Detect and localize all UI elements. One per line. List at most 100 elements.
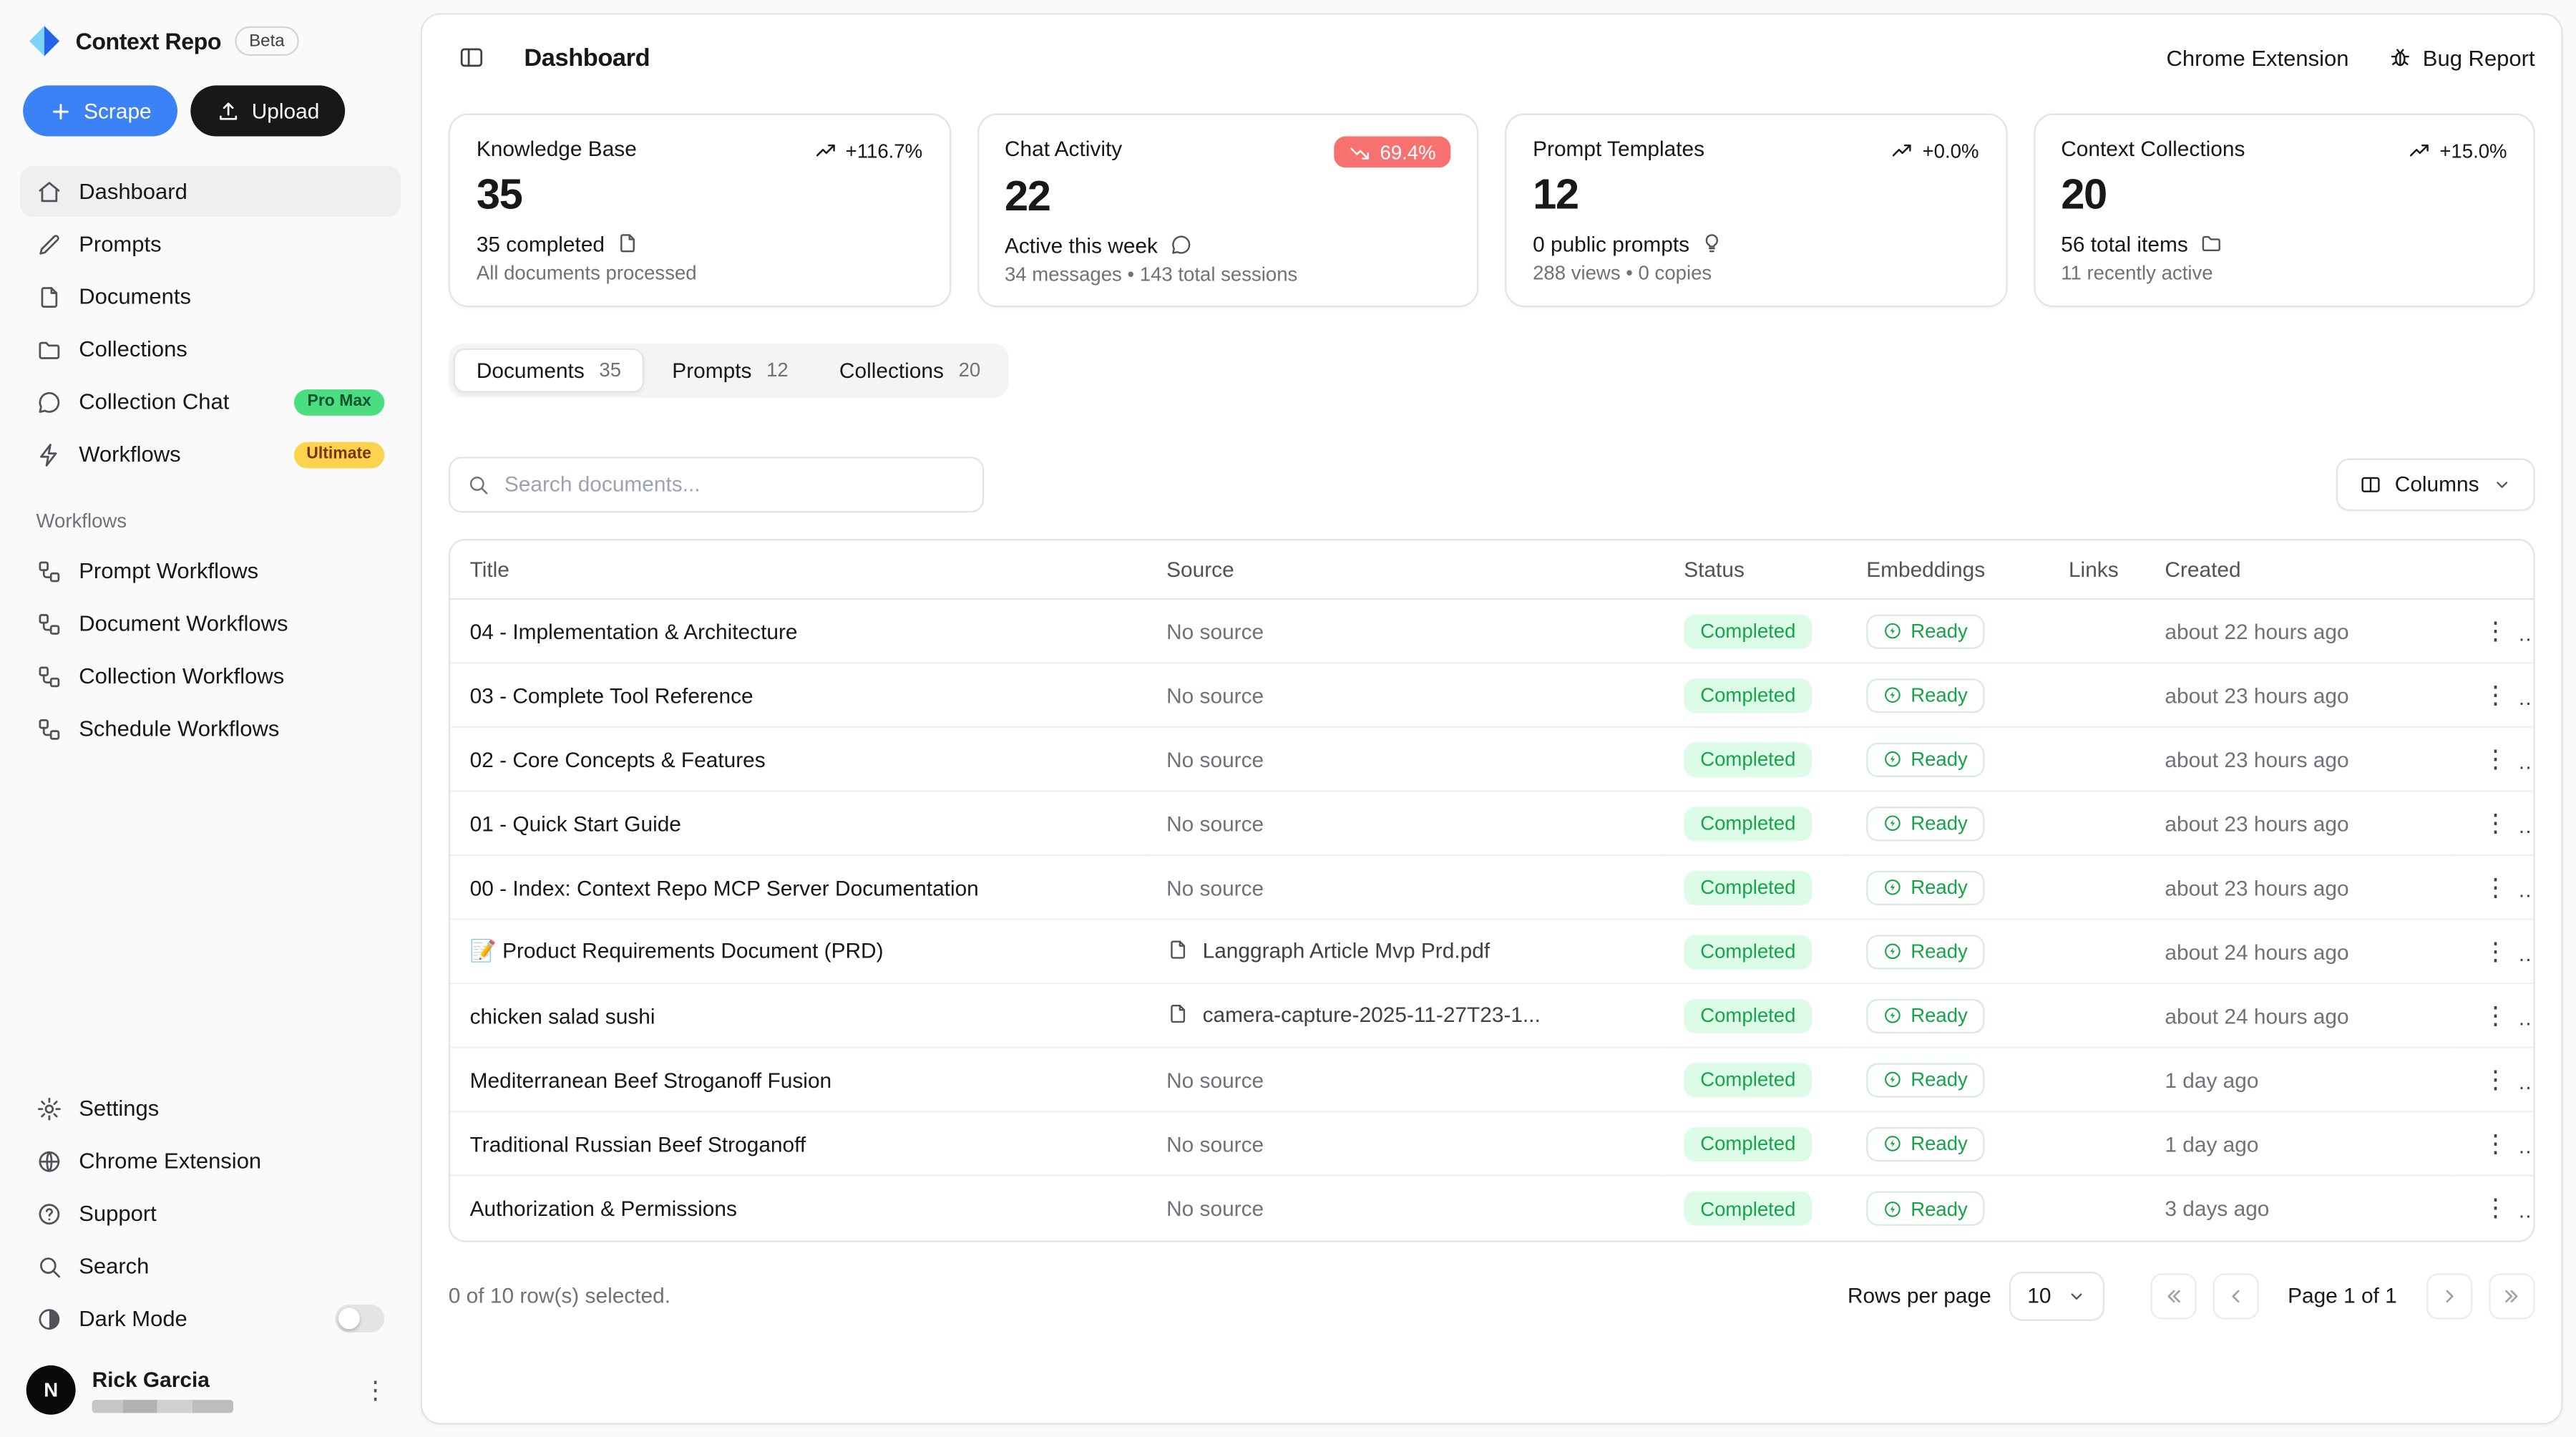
first-page-button[interactable] <box>2150 1273 2195 1319</box>
table-row[interactable]: 03 - Complete Tool Reference No source C… <box>450 663 2533 728</box>
chevron-left-icon <box>2224 1285 2247 1307</box>
cell-status: Completed <box>1664 1112 1847 1177</box>
tab-prompts[interactable]: Prompts 12 <box>649 348 811 392</box>
sidebar-item-documents[interactable]: Documents <box>20 271 401 322</box>
sidebar-item-workflows[interactable]: Workflows Ultimate <box>20 429 401 479</box>
row-menu-button[interactable]: ⋮ <box>2473 1190 2517 1228</box>
cell-source: Langgraph Article Mvp Prd.pdf <box>1147 920 1664 984</box>
sidebar-item-label: Settings <box>79 1096 159 1120</box>
last-page-button[interactable] <box>2489 1273 2534 1319</box>
scrape-button[interactable]: Scrape <box>23 85 177 136</box>
table-row[interactable]: chicken salad sushi camera-capture-2025-… <box>450 984 2533 1048</box>
search-input[interactable] <box>449 457 984 512</box>
upload-label: Upload <box>252 99 320 123</box>
cell-title: 02 - Core Concepts & Features <box>450 728 1146 792</box>
sidebar-item-search[interactable]: Search <box>20 1240 401 1291</box>
upload-button[interactable]: Upload <box>191 85 346 136</box>
cell-links <box>2049 728 2145 792</box>
next-page-button[interactable] <box>2426 1273 2472 1319</box>
sidebar-actions: Scrape Upload <box>20 85 401 166</box>
embeddings-badge: Ready <box>1866 743 1984 777</box>
rows-per-page: Rows per page 10 <box>1848 1272 2104 1321</box>
chevron-right-icon <box>2438 1285 2461 1307</box>
cell-created: about 22 hours ago <box>2145 600 2454 664</box>
row-menu-button[interactable]: ⋮ <box>2473 805 2517 843</box>
prev-page-button[interactable] <box>2212 1273 2258 1319</box>
table-row[interactable]: Mediterranean Beef Stroganoff Fusion No … <box>450 1048 2533 1113</box>
row-menu-button[interactable]: ⋮ <box>2473 997 2517 1035</box>
embeddings-badge: Ready <box>1866 807 1984 841</box>
sidebar-item-collection-chat[interactable]: Collection Chat Pro Max <box>20 376 401 427</box>
tab-count: 20 <box>959 359 981 381</box>
table-row[interactable]: Authorization & Permissions No source Co… <box>450 1177 2533 1241</box>
cell-status: Completed <box>1664 856 1847 920</box>
sidebar-item-prompt-workflows[interactable]: Prompt Workflows <box>20 545 401 596</box>
sidebar-item-label: Workflows <box>79 442 180 467</box>
sidebar-toggle-button[interactable] <box>449 34 494 80</box>
chat-icon <box>36 389 63 415</box>
table-row[interactable]: 04 - Implementation & Architecture No so… <box>450 600 2533 664</box>
avatar: N <box>26 1365 76 1415</box>
stat-subtitle: 0 public prompts <box>1533 231 1979 255</box>
workflows-section-title: Workflows <box>20 479 401 545</box>
chat-icon <box>1169 234 1192 257</box>
table-row[interactable]: 00 - Index: Context Repo MCP Server Docu… <box>450 856 2533 920</box>
table-row[interactable]: Traditional Russian Beef Stroganoff No s… <box>450 1112 2533 1177</box>
user-menu-button[interactable]: ⋮ <box>356 1371 394 1409</box>
tab-documents[interactable]: Documents 35 <box>454 348 645 392</box>
stat-subtitle: Active this week <box>1005 233 1450 258</box>
bug-icon <box>2389 46 2411 69</box>
page-title: Dashboard <box>524 44 650 72</box>
scrape-label: Scrape <box>84 99 152 123</box>
chrome-extension-link[interactable]: Chrome Extension <box>2166 45 2348 69</box>
stat-card-prompt-templates: Prompt Templates +0.0% 12 0 public promp… <box>1505 113 2006 307</box>
user-menu[interactable]: N Rick Garcia ⋮ <box>20 1345 401 1418</box>
cell-title: 04 - Implementation & Architecture <box>450 600 1146 664</box>
columns-label: Columns <box>2395 472 2479 497</box>
sidebar-item-dashboard[interactable]: Dashboard <box>20 166 401 217</box>
sidebar-item-support[interactable]: Support <box>20 1188 401 1239</box>
sidebar-item-prompts[interactable]: Prompts <box>20 218 401 269</box>
row-menu-button[interactable]: ⋮ <box>2473 933 2517 971</box>
rows-per-page-select[interactable]: 10 <box>2009 1272 2104 1321</box>
sidebar-item-chrome-extension[interactable]: Chrome Extension <box>20 1135 401 1186</box>
table-row[interactable]: 01 - Quick Start Guide No source Complet… <box>450 791 2533 856</box>
cell-embeddings: Ready <box>1847 791 2049 856</box>
row-menu-button[interactable]: ⋮ <box>2473 613 2517 651</box>
brand: Context Repo Beta <box>20 23 401 85</box>
workflow-icon <box>36 716 63 742</box>
row-menu-button[interactable]: ⋮ <box>2473 869 2517 907</box>
cell-embeddings: Ready <box>1847 984 2049 1048</box>
sidebar-item-dark-mode[interactable]: Dark Mode <box>20 1293 401 1344</box>
table-row[interactable]: 📝 Product Requirements Document (PRD) La… <box>450 920 2533 984</box>
sidebar-item-settings[interactable]: Settings <box>20 1083 401 1134</box>
sidebar-item-label: Prompt Workflows <box>79 559 258 583</box>
stat-value: 12 <box>1533 171 1979 220</box>
cell-created: about 23 hours ago <box>2145 856 2454 920</box>
dark-mode-switch[interactable] <box>335 1305 384 1333</box>
table-row[interactable]: 02 - Core Concepts & Features No source … <box>450 728 2533 792</box>
sidebar-footer: Settings Chrome Extension Support Search… <box>20 1083 401 1418</box>
gear-icon <box>36 1095 63 1121</box>
sidebar-item-collection-workflows[interactable]: Collection Workflows <box>20 651 401 701</box>
sidebar-item-schedule-workflows[interactable]: Schedule Workflows <box>20 703 401 754</box>
row-menu-button[interactable]: ⋮ <box>2473 1061 2517 1099</box>
workflow-icon <box>36 663 63 689</box>
home-icon <box>36 178 63 205</box>
row-menu-button[interactable]: ⋮ <box>2473 741 2517 779</box>
sidebar-item-collections[interactable]: Collections <box>20 323 401 374</box>
columns-button[interactable]: Columns <box>2336 458 2534 510</box>
tab-collections[interactable]: Collections 20 <box>816 348 1004 392</box>
page: Context Repo Beta Scrape Upload Dashboar… <box>0 0 2576 1437</box>
sidebar-item-document-workflows[interactable]: Document Workflows <box>20 598 401 649</box>
cell-status: Completed <box>1664 1048 1847 1113</box>
ultimate-badge: Ultimate <box>293 441 384 467</box>
folder-icon <box>36 336 63 363</box>
bug-report-link[interactable]: Bug Report <box>2389 45 2535 69</box>
table-toolbar: Columns <box>449 457 2535 512</box>
chevron-down-icon <box>2492 474 2512 495</box>
columns-icon <box>2358 473 2381 496</box>
row-menu-button[interactable]: ⋮ <box>2473 677 2517 715</box>
row-menu-button[interactable]: ⋮ <box>2473 1125 2517 1163</box>
zap-circle-icon <box>1883 1134 1903 1154</box>
